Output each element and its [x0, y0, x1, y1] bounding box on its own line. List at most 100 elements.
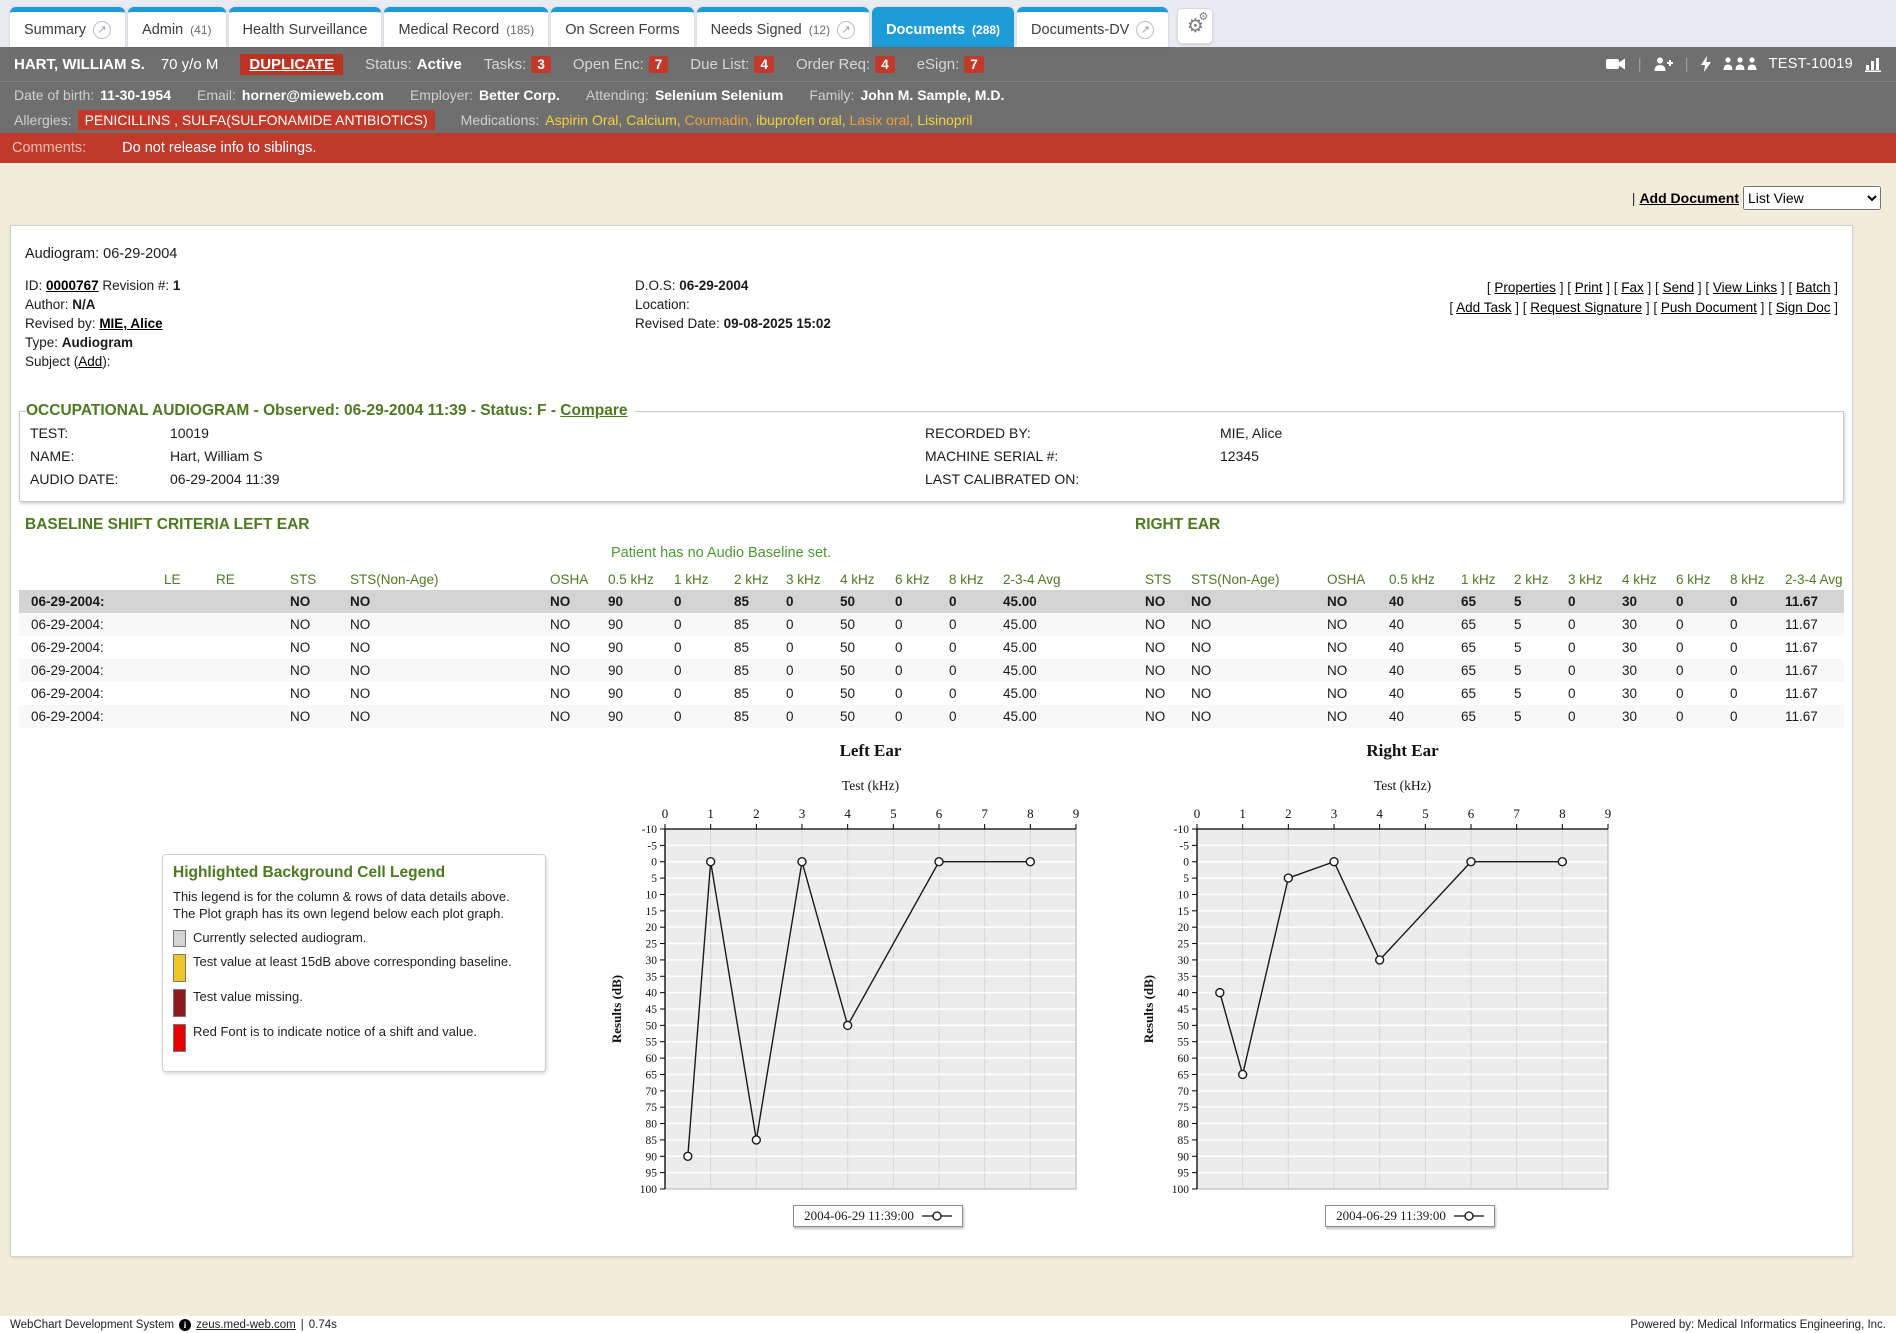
cell: 65: [1458, 659, 1511, 682]
cell: [213, 613, 287, 636]
svg-text:0: 0: [651, 857, 657, 869]
cell: 0: [946, 705, 1000, 728]
legend-item: Currently selected audiogram.: [173, 930, 535, 947]
revised-by-link[interactable]: MIE, Alice: [99, 316, 162, 331]
cell: 0: [671, 659, 731, 682]
email-value[interactable]: horner@mieweb.com: [242, 87, 384, 103]
video-camera-icon[interactable]: [1606, 57, 1626, 71]
cell: NO: [1188, 590, 1324, 613]
info-icon[interactable]: i: [179, 1319, 191, 1331]
tab-summary[interactable]: Summary ↗: [10, 7, 125, 47]
badge-count[interactable]: 3: [531, 56, 551, 73]
tab-on-screen-forms[interactable]: On Screen Forms: [551, 7, 693, 47]
tab-documents-dv[interactable]: Documents-DV↗: [1017, 7, 1168, 47]
data-point: [684, 1152, 692, 1160]
audiogram-field: MACHINE SERIAL #:12345: [925, 445, 1282, 468]
no-baseline-message: Patient has no Audio Baseline set.: [611, 545, 1852, 561]
compare-link[interactable]: Compare: [560, 402, 627, 419]
badge-count[interactable]: 7: [964, 56, 984, 73]
allergies-value[interactable]: PENICILLINS , SULFA(SULFONAMIDE ANTIBIOT…: [78, 110, 435, 130]
action-request-signature[interactable]: Request Signature: [1530, 300, 1642, 315]
duplicate-flag[interactable]: DUPLICATE: [240, 54, 343, 75]
action-batch[interactable]: Batch: [1796, 280, 1831, 295]
right-ear-heading: RIGHT EAR: [1135, 516, 1220, 534]
cell: [161, 705, 213, 728]
cell: 30: [1619, 682, 1673, 705]
medication-item[interactable]: Coumadin,: [685, 112, 757, 128]
column-header: STS: [1142, 569, 1188, 590]
badge-count[interactable]: 4: [875, 56, 895, 73]
family-value: John M. Sample, M.D.: [860, 87, 1004, 103]
medication-item[interactable]: Lisinopril: [917, 112, 972, 128]
medication-item[interactable]: Calcium,: [626, 112, 684, 128]
badge-count[interactable]: 4: [754, 56, 774, 73]
cell: NO: [1324, 682, 1386, 705]
tab-needs-signed[interactable]: Needs Signed(12)↗: [697, 7, 869, 47]
cell: 11.67: [1782, 659, 1844, 682]
cell: NO: [1188, 636, 1324, 659]
action-send[interactable]: Send: [1663, 280, 1695, 295]
cell: 0: [1565, 613, 1619, 636]
cell: 65: [1458, 590, 1511, 613]
action-view-links[interactable]: View Links: [1713, 280, 1777, 295]
svg-text:1: 1: [707, 806, 714, 821]
gap-cell: [1088, 613, 1142, 636]
svg-text:75: 75: [1178, 1102, 1190, 1114]
add-document-link[interactable]: Add Document: [1639, 190, 1739, 206]
revised-date-value: 09-08-2025 15:02: [724, 316, 831, 331]
svg-text:Results (dB): Results (dB): [609, 975, 624, 1043]
action-fax[interactable]: Fax: [1621, 280, 1644, 295]
badge-count[interactable]: 7: [649, 56, 669, 73]
svg-text:30: 30: [646, 955, 658, 967]
cell: 45.00: [1000, 705, 1088, 728]
subject-add-link[interactable]: Add: [78, 354, 102, 369]
legend-swatch: [173, 954, 186, 982]
cell: 0: [1565, 682, 1619, 705]
gear-icon-small: ⚙: [1198, 12, 1208, 23]
footer-host-link[interactable]: zeus.med-web.com: [196, 1319, 296, 1331]
action-sign-doc[interactable]: Sign Doc: [1776, 300, 1831, 315]
cell: 45.00: [1000, 636, 1088, 659]
medication-item[interactable]: Lasix oral,: [850, 112, 918, 128]
view-select[interactable]: List View: [1743, 186, 1881, 210]
cell: 11.67: [1782, 590, 1844, 613]
external-link-icon[interactable]: ↗: [93, 21, 111, 39]
external-link-icon[interactable]: ↗: [837, 21, 855, 39]
cell: 0: [1727, 682, 1782, 705]
add-person-icon[interactable]: [1654, 57, 1673, 72]
bracket: ]: [1602, 280, 1613, 295]
cell: 11.67: [1782, 682, 1844, 705]
cell: NO: [1324, 613, 1386, 636]
location-label: Location:: [635, 297, 690, 312]
table-row[interactable]: 06-29-2004:NONONO900850500045.00NONONO40…: [19, 659, 1844, 682]
action-print[interactable]: Print: [1575, 280, 1603, 295]
medication-item[interactable]: ibuprofen oral,: [756, 112, 849, 128]
tab-admin[interactable]: Admin(41): [128, 7, 225, 47]
svg-text:50: 50: [646, 1020, 658, 1032]
lightning-icon[interactable]: [1701, 56, 1711, 72]
external-link-icon[interactable]: ↗: [1136, 21, 1154, 39]
document-card: Audiogram: 06-29-2004 ID: 0000767 Revisi…: [10, 225, 1853, 1257]
table-row[interactable]: 06-29-2004:NONONO900850500045.00NONONO40…: [19, 590, 1844, 613]
action-properties[interactable]: Properties: [1494, 280, 1556, 295]
medication-item[interactable]: Aspirin Oral,: [545, 112, 626, 128]
tab-documents[interactable]: Documents(288): [872, 7, 1014, 47]
data-point: [844, 1021, 852, 1029]
cell: NO: [287, 659, 347, 682]
bar-chart-icon[interactable]: [1865, 57, 1882, 72]
cell-legend-title: Highlighted Background Cell Legend: [173, 864, 535, 882]
table-row[interactable]: 06-29-2004:NONONO900850500045.00NONONO40…: [19, 636, 1844, 659]
document-id-link[interactable]: 0000767: [46, 278, 99, 293]
table-row[interactable]: 06-29-2004:NONONO900850500045.00NONONO40…: [19, 705, 1844, 728]
patients-group-icon[interactable]: [1723, 57, 1757, 71]
settings-button[interactable]: ⚙ ⚙: [1177, 8, 1213, 44]
table-row[interactable]: 06-29-2004:NONONO900850500045.00NONONO40…: [19, 682, 1844, 705]
tab-health-surveillance[interactable]: Health Surveillance: [229, 7, 382, 47]
tab-label: Summary: [24, 22, 86, 38]
action-add-task[interactable]: Add Task: [1456, 300, 1511, 315]
svg-text:0: 0: [1194, 806, 1201, 821]
table-row[interactable]: 06-29-2004:NONONO900850500045.00NONONO40…: [19, 613, 1844, 636]
action-push-document[interactable]: Push Document: [1661, 300, 1757, 315]
tab-medical-record[interactable]: Medical Record(185): [384, 7, 548, 47]
data-point: [935, 858, 943, 866]
